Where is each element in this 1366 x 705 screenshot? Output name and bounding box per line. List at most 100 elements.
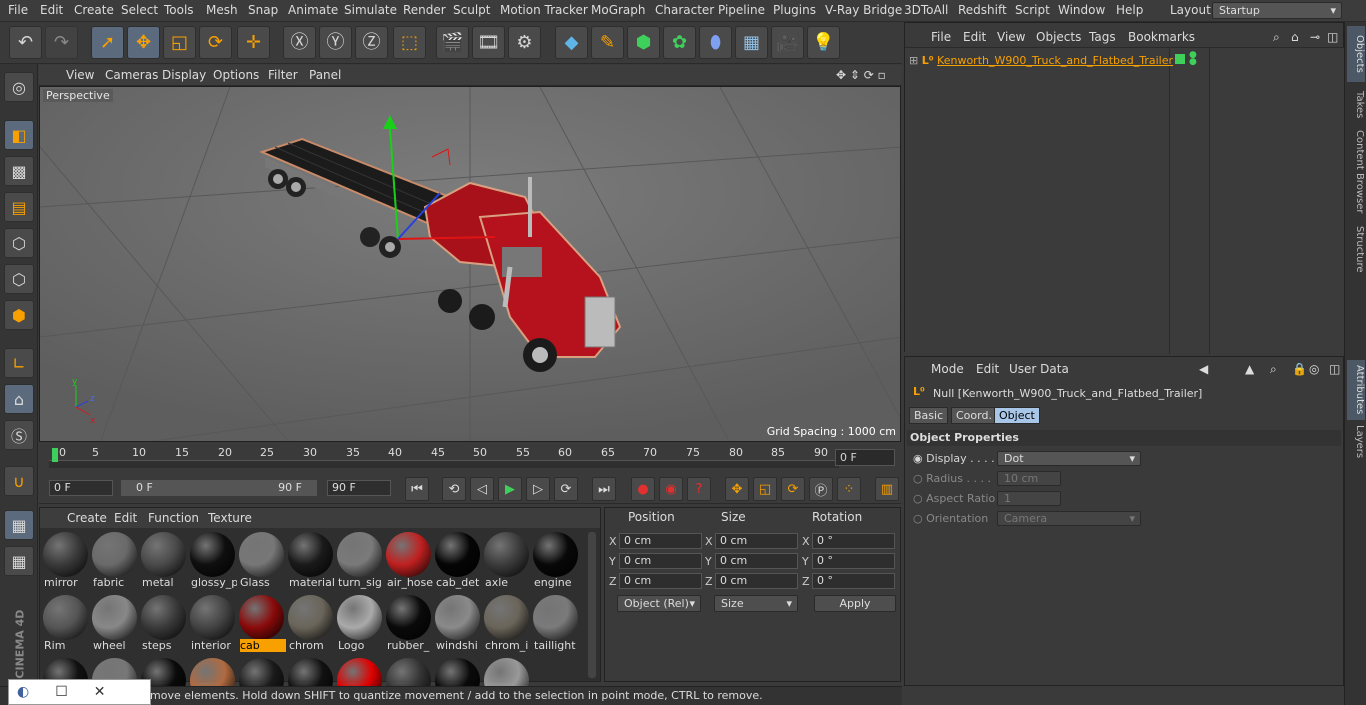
menu-character[interactable]: Character xyxy=(655,3,714,17)
points-mode-button[interactable]: ⬡ xyxy=(4,228,34,258)
menu-sculpt[interactable]: Sculpt xyxy=(453,3,490,17)
render-view-button[interactable]: 🎬 xyxy=(436,26,469,59)
tab-basic[interactable]: Basic xyxy=(909,407,949,424)
object-menu-edit[interactable]: Edit xyxy=(963,30,986,44)
object-menu-view[interactable]: View xyxy=(997,30,1025,44)
tab-layers[interactable]: Layers xyxy=(1347,422,1365,462)
menu-simulate[interactable]: Simulate xyxy=(344,3,397,17)
search-icon[interactable]: ⌕ xyxy=(1270,362,1277,377)
rotation-h-field[interactable]: 0 ° xyxy=(812,533,895,549)
layout-select[interactable]: Startup ▾ xyxy=(1212,2,1342,19)
home-icon[interactable]: ⌂ xyxy=(1291,30,1299,44)
radio-icon[interactable]: ○ xyxy=(913,472,923,485)
material-swatch[interactable]: axle xyxy=(483,529,530,589)
go-to-end-button[interactable]: ⏭ xyxy=(592,477,616,501)
object-row[interactable]: ⊞ L⁰ Kenworth_W900_Truck_and_Flatbed_Tra… xyxy=(909,54,1173,67)
orientation-select[interactable]: Camera ▾ xyxy=(997,511,1141,526)
radio-icon[interactable]: ◉ xyxy=(913,452,923,465)
aspect-ratio-field[interactable]: 1 xyxy=(997,491,1061,506)
edges-mode-button[interactable]: ⬡ xyxy=(4,264,34,294)
material-swatch[interactable]: Glass xyxy=(238,529,285,589)
material-swatch[interactable]: rubber_ xyxy=(385,592,432,652)
menu-create[interactable]: Create xyxy=(74,3,114,17)
next-key-button[interactable]: ⟳ xyxy=(554,477,578,501)
visibility-dots-icon[interactable]: ● ● xyxy=(1189,51,1197,67)
axis-mode-button[interactable]: ∟ xyxy=(4,348,34,378)
move-tool-button[interactable]: ✥ xyxy=(127,26,160,59)
camera-button[interactable]: 🎥 xyxy=(771,26,804,59)
menu-script[interactable]: Script xyxy=(1015,3,1050,17)
undo-button[interactable]: ↶ xyxy=(9,26,42,59)
deformer-button[interactable]: ⬮ xyxy=(699,26,732,59)
material-swatch[interactable]: cab xyxy=(238,592,286,652)
light-button[interactable]: 💡 xyxy=(807,26,840,59)
current-frame-field[interactable]: 0 F xyxy=(835,449,895,466)
material-swatch[interactable]: air_hose xyxy=(385,529,433,589)
tab-object[interactable]: Object xyxy=(994,407,1040,424)
cube-button[interactable]: ◆ xyxy=(555,26,588,59)
attr-menu-edit[interactable]: Edit xyxy=(976,362,999,376)
target-icon[interactable]: ◎ xyxy=(1309,362,1319,376)
menu-vray-bridge[interactable]: V-Ray Bridge xyxy=(825,3,902,17)
menu-mograph[interactable]: MoGraph xyxy=(591,3,646,17)
material-swatch[interactable]: chrom_i xyxy=(483,592,530,652)
y-axis-button[interactable]: Ⓨ xyxy=(319,26,352,59)
key-pla-button[interactable]: ⁘ xyxy=(837,477,861,501)
render-picture-viewer-button[interactable]: 🎞 xyxy=(472,26,505,59)
render-settings-button[interactable]: ⚙ xyxy=(508,26,541,59)
apply-button[interactable]: Apply xyxy=(814,595,896,612)
menu-select[interactable]: Select xyxy=(121,3,158,17)
material-swatch[interactable]: metal xyxy=(140,529,187,589)
close-button[interactable]: ✕ xyxy=(94,684,106,700)
prev-frame-button[interactable]: ◁ xyxy=(470,477,494,501)
planar-workplane-button[interactable]: ▦ xyxy=(4,546,34,576)
object-menu-tags[interactable]: Tags xyxy=(1089,30,1116,44)
menu-window[interactable]: Window xyxy=(1058,3,1105,17)
autokey-button[interactable]: ◉ xyxy=(659,477,683,501)
viewport[interactable]: y z x Perspective Grid Spacing : 1000 cm xyxy=(39,86,901,442)
keyframe-selection-button[interactable]: ? xyxy=(687,477,711,501)
snap-button[interactable]: Ⓢ xyxy=(4,420,34,450)
menu-motion-tracker[interactable]: Motion Tracker xyxy=(500,3,588,17)
menu-render[interactable]: Render xyxy=(403,3,446,17)
material-swatch[interactable]: engine xyxy=(532,529,579,589)
back-arrow-icon[interactable]: ◀ xyxy=(1199,362,1208,376)
model-mode-button[interactable]: ◧ xyxy=(4,120,34,150)
radio-icon[interactable]: ○ xyxy=(913,492,923,505)
search-icon[interactable]: ⌕ xyxy=(1273,30,1280,45)
next-frame-button[interactable]: ▷ xyxy=(526,477,550,501)
make-editable-button[interactable]: ◎ xyxy=(4,72,34,102)
menu-animate[interactable]: Animate xyxy=(288,3,338,17)
material-swatch[interactable]: cab_det xyxy=(434,529,481,589)
key-rotation-button[interactable]: ⟳ xyxy=(781,477,805,501)
menu-help[interactable]: Help xyxy=(1116,3,1143,17)
expand-icon[interactable]: ◫ xyxy=(1327,30,1338,44)
go-to-start-button[interactable]: ⏮ xyxy=(405,477,429,501)
position-x-field[interactable]: 0 cm xyxy=(619,533,702,549)
navigate-icon[interactable]: ⊸ xyxy=(1310,30,1320,44)
viewport-menu-panel[interactable]: Panel xyxy=(309,68,341,82)
position-z-field[interactable]: 0 cm xyxy=(619,573,702,589)
viewport-menu-display[interactable]: Display xyxy=(162,68,206,82)
material-swatch[interactable]: material xyxy=(287,529,335,589)
tab-attributes[interactable]: Attributes xyxy=(1347,360,1365,420)
expand-icon[interactable]: ◫ xyxy=(1329,362,1340,376)
z-axis-button[interactable]: Ⓩ xyxy=(355,26,388,59)
x-axis-button[interactable]: Ⓧ xyxy=(283,26,316,59)
expand-toggle-icon[interactable]: ⊞ xyxy=(909,54,918,67)
material-swatch[interactable]: glossy_p xyxy=(189,529,237,589)
end-frame-field[interactable]: 90 F xyxy=(327,480,391,496)
start-frame-field[interactable]: 0 F xyxy=(49,480,113,496)
key-position-button[interactable]: ✥ xyxy=(725,477,749,501)
radio-icon[interactable]: ○ xyxy=(913,512,923,525)
material-swatch[interactable]: interior xyxy=(189,592,236,652)
menu-tools[interactable]: Tools xyxy=(164,3,194,17)
lock-icon[interactable]: 🔒 xyxy=(1292,362,1307,376)
playhead[interactable] xyxy=(52,448,58,462)
viewport-menu-filter[interactable]: Filter xyxy=(268,68,298,82)
frame-range-slider[interactable]: 0 F 90 F xyxy=(121,480,317,496)
menu-snap[interactable]: Snap xyxy=(248,3,278,17)
menu-3dtoall[interactable]: 3DToAll xyxy=(904,3,948,17)
subdivision-button[interactable]: ⬢ xyxy=(627,26,660,59)
polygons-mode-button[interactable]: ⬢ xyxy=(4,300,34,330)
